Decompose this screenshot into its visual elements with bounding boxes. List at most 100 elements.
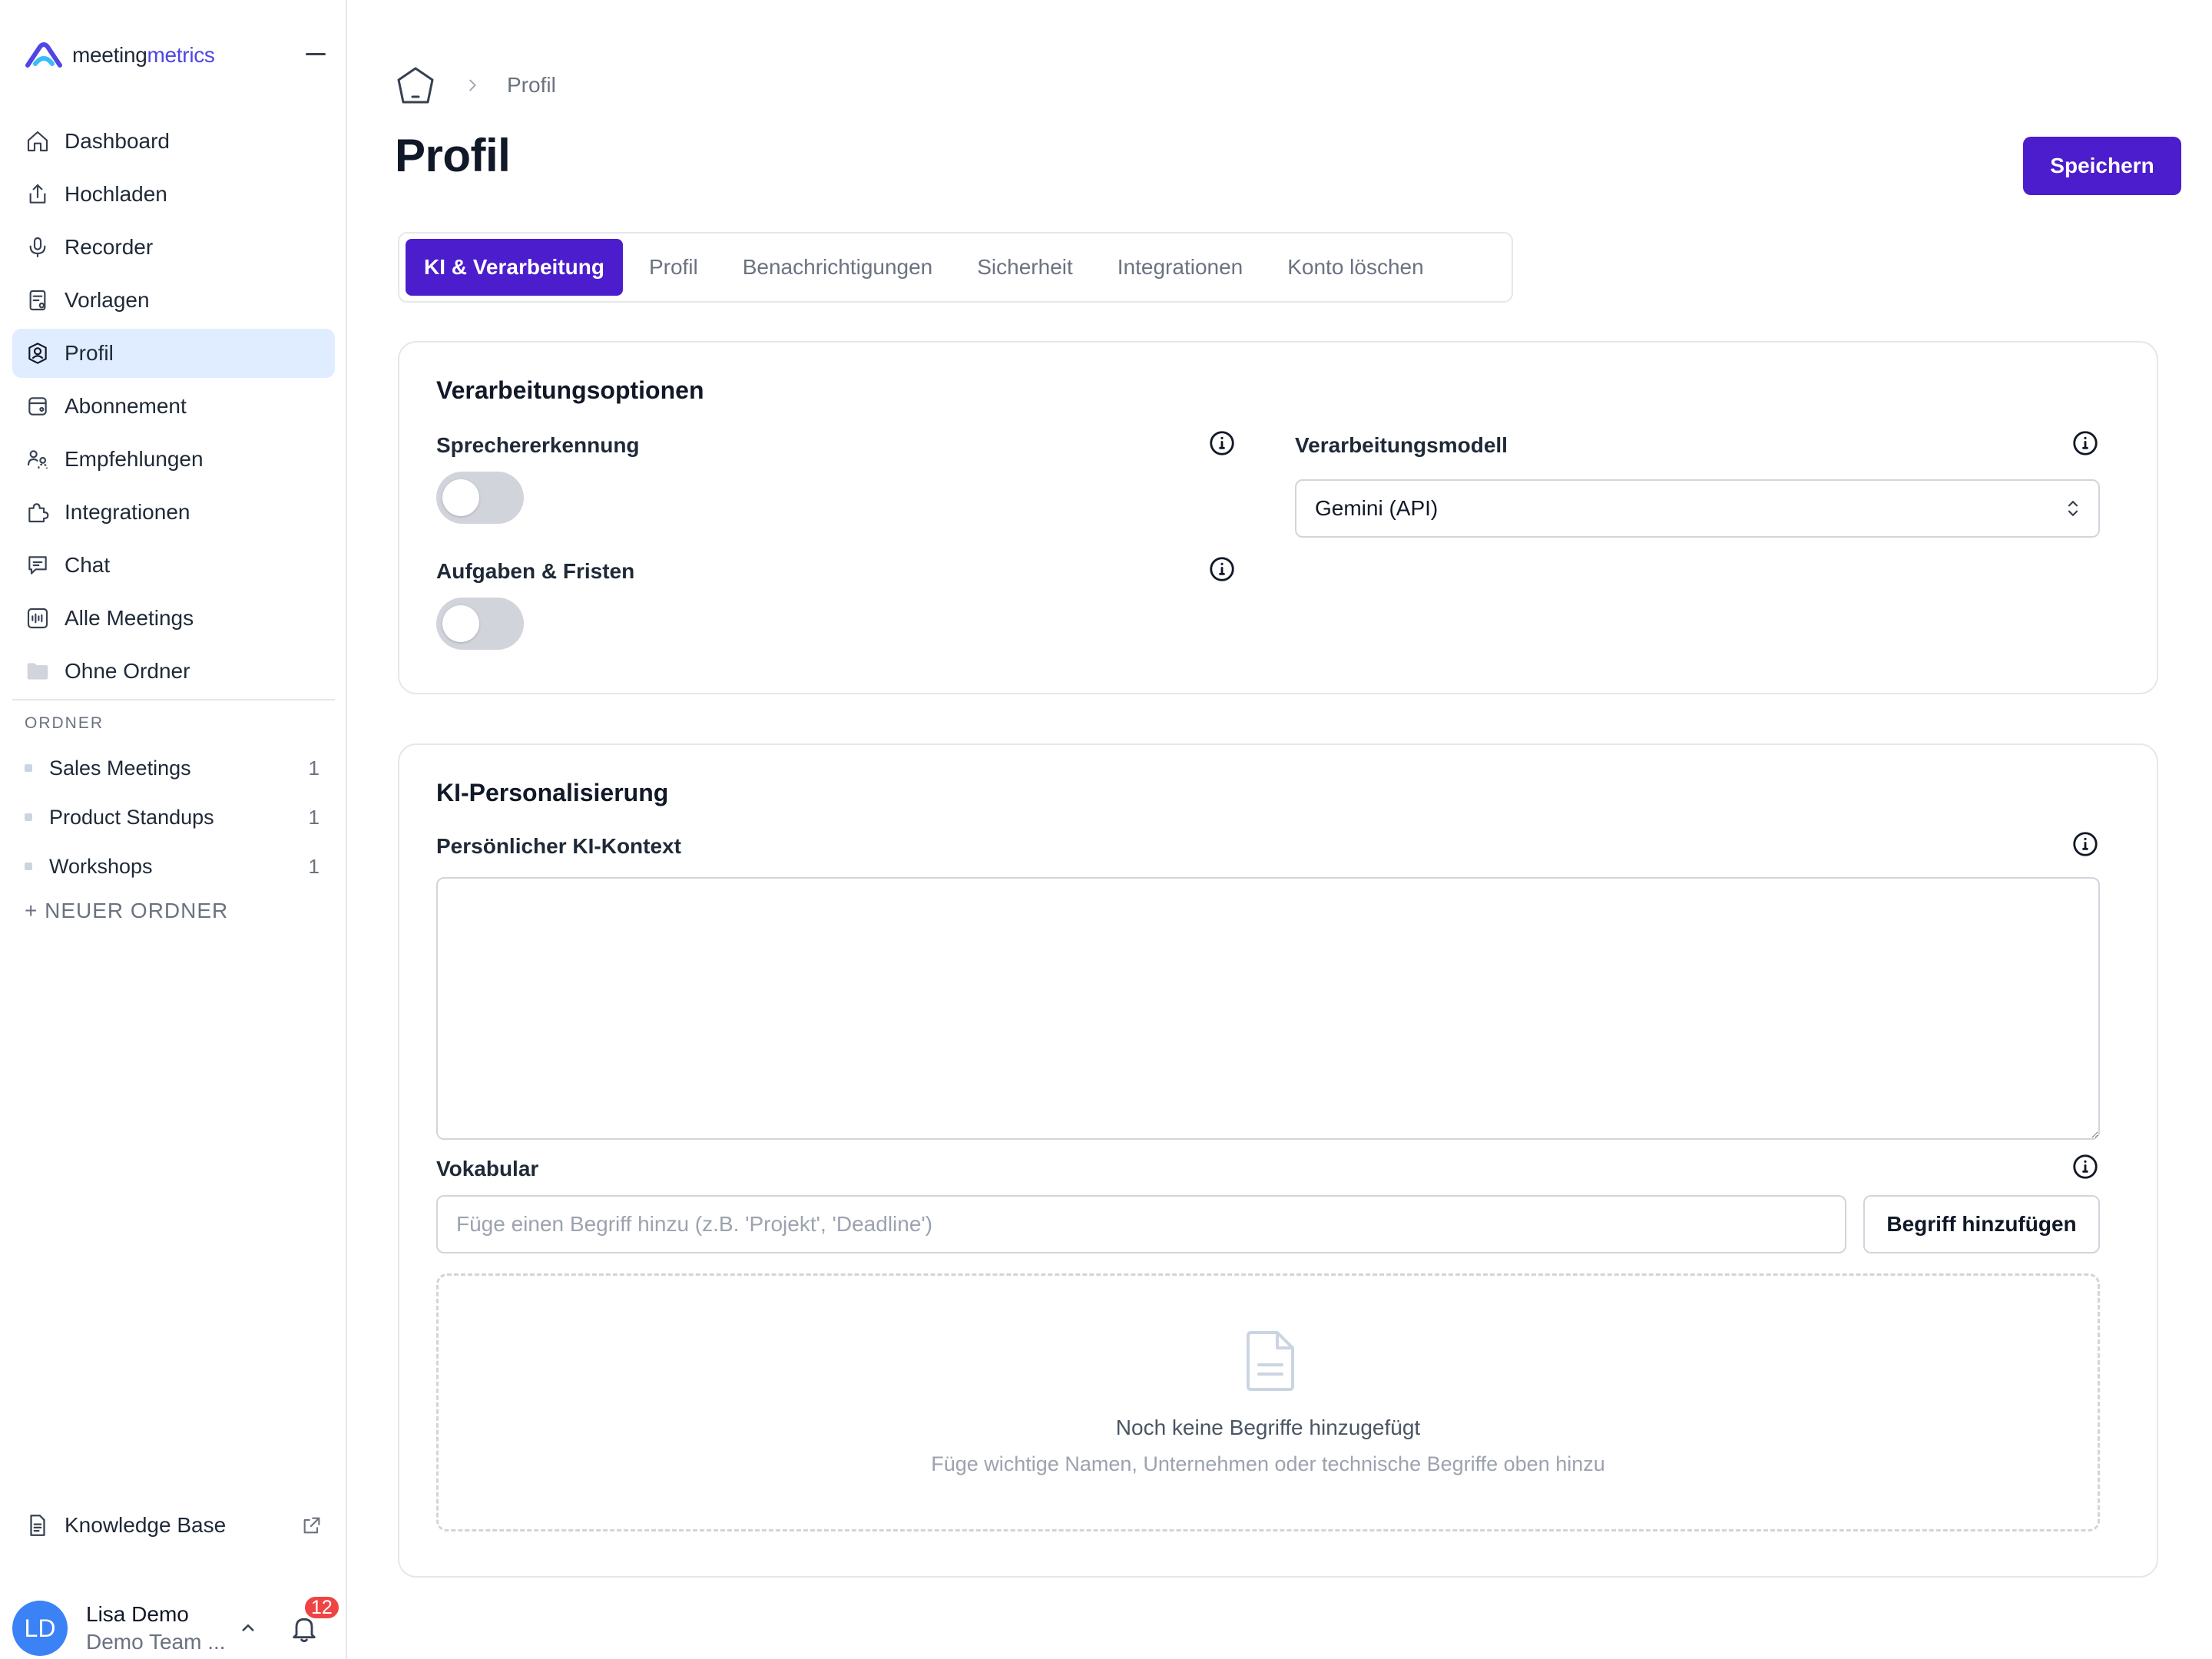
external-link-icon bbox=[303, 1517, 320, 1534]
folder-item-product-standups[interactable]: Product Standups 1 bbox=[12, 793, 335, 842]
tab-benachrichtigungen[interactable]: Benachrichtigungen bbox=[724, 239, 952, 296]
folder-dot bbox=[25, 863, 32, 870]
sidebar-item-label: Dashboard bbox=[65, 129, 170, 153]
folders-heading: ORDNER bbox=[25, 714, 104, 732]
folder-dot bbox=[25, 764, 32, 772]
tasks-deadlines-toggle[interactable] bbox=[436, 598, 524, 650]
upload-icon bbox=[25, 181, 51, 207]
add-term-button[interactable]: Begriff hinzufügen bbox=[1863, 1195, 2100, 1253]
folder-label: Workshops bbox=[49, 854, 153, 878]
user-menu[interactable]: LD Lisa Demo Demo Team ... 12 bbox=[12, 1594, 347, 1659]
folder-label: Sales Meetings bbox=[49, 756, 191, 780]
audio-wave-icon bbox=[25, 605, 51, 631]
notifications-button[interactable]: 12 bbox=[289, 1594, 341, 1644]
sidebar-item-ohne-ordner[interactable]: Ohne Ordner bbox=[12, 647, 335, 696]
sidebar-item-recorder[interactable]: Recorder bbox=[12, 223, 335, 272]
subscription-icon bbox=[25, 393, 51, 419]
sidebar-item-dashboard[interactable]: Dashboard bbox=[12, 117, 335, 166]
sidebar-item-abonnement[interactable]: Abonnement bbox=[12, 382, 335, 431]
document-icon bbox=[1247, 1331, 1294, 1391]
sidebar-item-vorlagen[interactable]: Vorlagen bbox=[12, 276, 335, 325]
sidebar-item-label: Integrationen bbox=[65, 500, 190, 524]
avatar: LD bbox=[12, 1601, 68, 1656]
puzzle-icon bbox=[25, 499, 51, 525]
vocabulary-empty-state: Noch keine Begriffe hinzugefügt Füge wic… bbox=[436, 1273, 2100, 1532]
user-name: Lisa Demo bbox=[86, 1602, 189, 1626]
breadcrumb-current[interactable]: Profil bbox=[507, 73, 556, 98]
logo[interactable]: meetingmetrics bbox=[25, 37, 215, 74]
ai-personalization-title: KI-Personalisierung bbox=[436, 779, 669, 806]
chat-icon bbox=[25, 552, 51, 578]
sidebar-item-alle-meetings[interactable]: Alle Meetings bbox=[12, 594, 335, 643]
save-button[interactable]: Speichern bbox=[2023, 137, 2181, 195]
folder-count: 1 bbox=[308, 854, 320, 878]
speaker-recognition-toggle[interactable] bbox=[436, 472, 524, 524]
sidebar-item-profil[interactable]: Profil bbox=[12, 329, 335, 378]
processing-model-select[interactable]: Gemini (API) bbox=[1295, 479, 2100, 538]
sidebar-item-label: Profil bbox=[65, 341, 114, 365]
user-team: Demo Team ... bbox=[86, 1630, 226, 1654]
processing-model-value: Gemini (API) bbox=[1315, 496, 1439, 520]
user-info: Lisa Demo Demo Team ... bbox=[86, 1602, 232, 1654]
processing-options-title: Verarbeitungsoptionen bbox=[436, 376, 704, 404]
document-icon bbox=[30, 1515, 45, 1536]
sidebar-nav: Dashboard Hochladen Recorder Vorlagen Pr… bbox=[12, 117, 335, 700]
folder-icon bbox=[25, 658, 51, 684]
info-icon[interactable] bbox=[2071, 1152, 2100, 1181]
main-content: Profil Profil Speichern KI & Verarbeitun… bbox=[347, 0, 2212, 1659]
folder-dot bbox=[25, 813, 32, 821]
home-icon[interactable] bbox=[395, 65, 436, 106]
info-icon[interactable] bbox=[2071, 429, 2100, 458]
collapse-sidebar-button[interactable] bbox=[304, 43, 327, 66]
folder-label: Product Standups bbox=[49, 805, 214, 829]
microphone-icon bbox=[25, 234, 51, 260]
chevron-up-icon[interactable] bbox=[237, 1617, 260, 1640]
sidebar-item-integrationen[interactable]: Integrationen bbox=[12, 488, 335, 537]
new-folder-button[interactable]: + NEUER ORDNER bbox=[25, 899, 228, 923]
settings-tabs: KI & Verarbeitung Profil Benachrichtigun… bbox=[398, 232, 1513, 303]
knowledge-base-label: Knowledge Base bbox=[65, 1513, 227, 1537]
folder-list: Sales Meetings 1 Product Standups 1 Work… bbox=[12, 743, 335, 891]
sidebar-item-label: Empfehlungen bbox=[65, 447, 204, 471]
sidebar-divider bbox=[12, 699, 335, 700]
app-window: meetingmetrics Dashboard Hochladen Recor… bbox=[0, 0, 2212, 1659]
sidebar-item-chat[interactable]: Chat bbox=[12, 541, 335, 590]
tab-profil[interactable]: Profil bbox=[631, 239, 717, 296]
vocabulary-input[interactable] bbox=[436, 1195, 1846, 1253]
sidebar: meetingmetrics Dashboard Hochladen Recor… bbox=[0, 0, 347, 1659]
tab-sicherheit[interactable]: Sicherheit bbox=[959, 239, 1091, 296]
sidebar-item-empfehlungen[interactable]: Empfehlungen bbox=[12, 435, 335, 484]
folder-count: 1 bbox=[308, 756, 320, 780]
template-icon bbox=[25, 287, 51, 313]
chevron-right-icon bbox=[469, 79, 476, 91]
info-icon[interactable] bbox=[1207, 429, 1237, 458]
vocabulary-label: Vokabular bbox=[436, 1157, 539, 1181]
folder-item-sales-meetings[interactable]: Sales Meetings 1 bbox=[12, 743, 335, 793]
personal-context-textarea[interactable] bbox=[436, 877, 2100, 1140]
empty-state-title: Noch keine Begriffe hinzugefügt bbox=[1115, 1416, 1421, 1439]
speaker-recognition-label: Sprechererkennung bbox=[436, 433, 640, 457]
referral-icon bbox=[25, 446, 51, 472]
sidebar-item-label: Abonnement bbox=[65, 394, 187, 418]
sidebar-item-hochladen[interactable]: Hochladen bbox=[12, 170, 335, 219]
home-icon bbox=[25, 128, 51, 154]
processing-model-label: Verarbeitungsmodell bbox=[1295, 433, 1508, 457]
chevron-up-down-icon bbox=[2068, 501, 2078, 516]
profile-icon bbox=[25, 340, 51, 366]
folder-count: 1 bbox=[308, 805, 320, 829]
info-icon[interactable] bbox=[2071, 830, 2100, 859]
logo-text: meetingmetrics bbox=[72, 43, 215, 67]
tab-konto-loeschen[interactable]: Konto löschen bbox=[1269, 239, 1442, 296]
sidebar-item-label: Alle Meetings bbox=[65, 606, 194, 630]
folder-item-workshops[interactable]: Workshops 1 bbox=[12, 842, 335, 891]
empty-state-subtitle: Füge wichtige Namen, Unternehmen oder te… bbox=[931, 1452, 1605, 1475]
info-icon[interactable] bbox=[1207, 555, 1237, 584]
personal-context-label: Persönlicher KI-Kontext bbox=[436, 834, 681, 858]
sidebar-item-label: Chat bbox=[65, 553, 111, 577]
tab-integrationen[interactable]: Integrationen bbox=[1099, 239, 1261, 296]
knowledge-base-link[interactable]: Knowledge Base bbox=[12, 1501, 335, 1550]
sidebar-item-label: Ohne Ordner bbox=[65, 659, 190, 683]
tab-ki-verarbeitung[interactable]: KI & Verarbeitung bbox=[406, 239, 623, 296]
page-title: Profil bbox=[395, 130, 511, 181]
sidebar-item-label: Hochladen bbox=[65, 182, 167, 206]
